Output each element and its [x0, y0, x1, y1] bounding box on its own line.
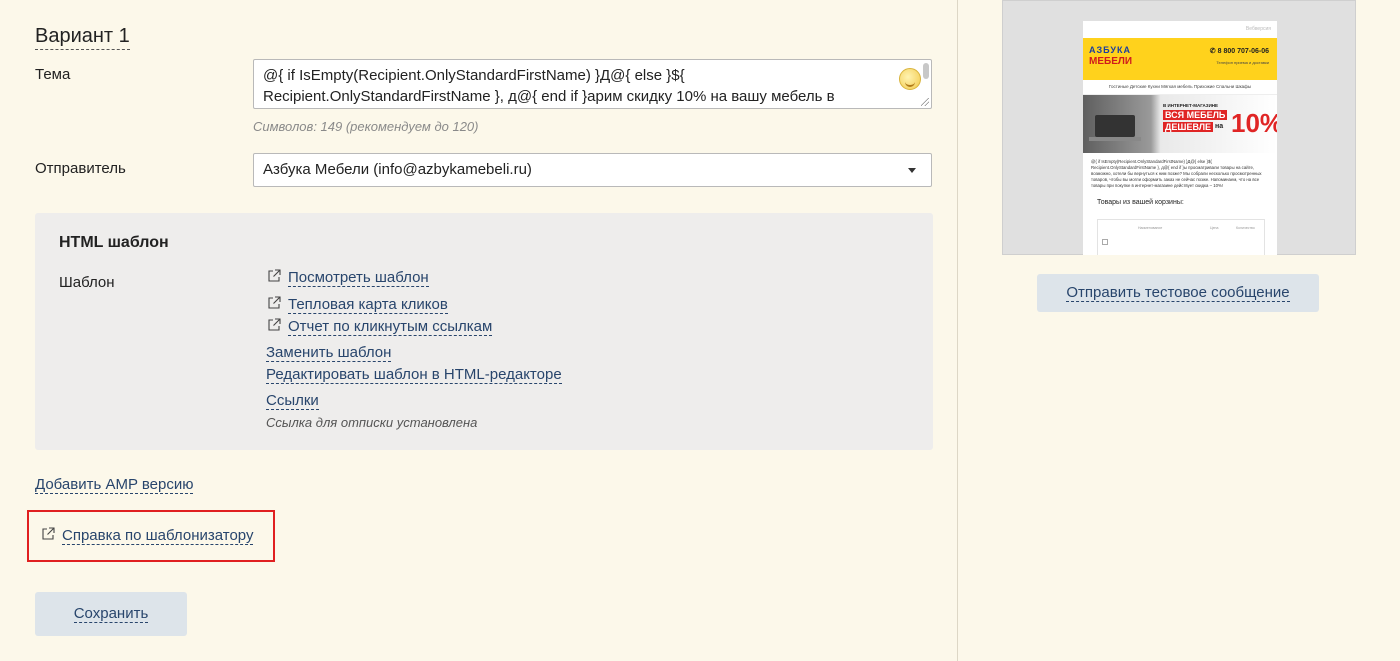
edit-html-editor-link[interactable]: Редактировать шаблон в HTML-редакторе: [266, 366, 562, 384]
save-button[interactable]: Сохранить: [35, 592, 187, 636]
cart-table: Наименование Цена Количество: [1097, 219, 1265, 255]
phone-number: ✆ 8 800 707-06-06: [1209, 48, 1269, 55]
heatmap-link[interactable]: Тепловая карта кликов: [288, 296, 448, 314]
subject-label: Тема: [35, 66, 71, 83]
phone-caption: Телефон приема и доставки: [1216, 60, 1269, 65]
banner-percent: 10%: [1231, 108, 1277, 138]
banner-text: В ИНТЕРНЕТ-МАГАЗИНЕ: [1163, 103, 1219, 108]
external-link-icon: [266, 268, 282, 284]
email-body-text: @{ if IsEmpty(Recipient.OnlyStandardFirs…: [1091, 159, 1262, 188]
email-preview-content: Вебверсия АЗБУКА МЕБЕЛИ ✆ 8 800 707-06-0…: [1083, 21, 1277, 255]
sender-value: Азбука Мебели (info@azbykamebeli.ru): [263, 161, 532, 178]
template-engine-help-link[interactable]: Справка по шаблонизатору: [62, 527, 254, 545]
variant-title[interactable]: Вариант 1: [35, 24, 130, 50]
subject-value: @{ if IsEmpty(Recipient.OnlyStandardFirs…: [263, 67, 835, 105]
resize-handle-icon[interactable]: [921, 98, 929, 106]
links-link[interactable]: Ссылки: [266, 392, 319, 410]
broken-image-icon: [1102, 239, 1108, 245]
html-template-panel: HTML шаблон Шаблон Посмотреть шаблон Теп…: [35, 213, 933, 450]
help-highlight-box: Справка по шаблонизатору: [27, 510, 275, 562]
template-label: Шаблон: [59, 274, 115, 291]
sender-label: Отправитель: [35, 160, 126, 177]
promo-banner: В ИНТЕРНЕТ-МАГАЗИНЕ ВСЯ МЕБЕЛЬ ДЕШЕВЛЕ н…: [1083, 95, 1277, 153]
banner-text: на: [1215, 123, 1224, 130]
view-template-link[interactable]: Посмотреть шаблон: [288, 269, 429, 287]
edit-html-row: Редактировать шаблон в HTML-редакторе: [266, 366, 562, 384]
external-link-icon: [266, 317, 282, 333]
external-link-icon: [40, 526, 56, 542]
brand-logo: АЗБУКА МЕБЕЛИ: [1089, 45, 1133, 67]
preview-column: Вебверсия АЗБУКА МЕБЕЛИ ✆ 8 800 707-06-0…: [958, 0, 1400, 661]
email-header: АЗБУКА МЕБЕЛИ ✆ 8 800 707-06-06 Телефон …: [1083, 38, 1277, 80]
sender-select[interactable]: Азбука Мебели (info@azbykamebeli.ru): [253, 153, 932, 187]
cart-title: Товары из вашей корзины:: [1097, 199, 1184, 206]
replace-template-link[interactable]: Заменить шаблон: [266, 344, 392, 362]
laptop-image: [1089, 115, 1141, 141]
html-template-title: HTML шаблон: [59, 234, 169, 251]
banner-text: ВСЯ МЕБЕЛЬ: [1163, 110, 1228, 120]
view-template-row: Посмотреть шаблон: [266, 268, 429, 287]
save-button-label: Сохранить: [73, 605, 149, 623]
heatmap-row: Тепловая карта кликов: [266, 295, 448, 314]
email-menu: Гостиные Детские Кухни Мягкая мебель При…: [1083, 80, 1277, 95]
emoji-icon[interactable]: [899, 68, 921, 90]
chevron-down-icon[interactable]: [908, 168, 916, 173]
add-amp-link[interactable]: Добавить AMP версию: [35, 476, 194, 494]
subject-scrollbar[interactable]: [923, 63, 929, 79]
add-amp-row: Добавить AMP версию: [35, 476, 194, 494]
links-row: Ссылки: [266, 392, 319, 410]
clicks-report-link[interactable]: Отчет по кликнутым ссылкам: [288, 318, 493, 336]
send-test-button[interactable]: Отправить тестовое сообщение: [1037, 274, 1319, 312]
editor-main: Вариант 1 Тема @{ if IsEmpty(Recipient.O…: [0, 0, 957, 661]
web-version-link: Вебверсия: [1245, 26, 1271, 32]
send-test-label: Отправить тестовое сообщение: [1066, 284, 1290, 302]
cart-col-qty: Количество: [1236, 226, 1255, 230]
unsubscribe-note: Ссылка для отписки установлена: [266, 415, 478, 430]
help-row: Справка по шаблонизатору: [40, 526, 254, 545]
subject-char-count: Символов: 149 (рекомендуем до 120): [253, 119, 479, 134]
cart-col-price: Цена: [1210, 226, 1219, 230]
replace-template-row: Заменить шаблон: [266, 344, 392, 362]
banner-text: ДЕШЕВЛЕ: [1163, 122, 1214, 132]
subject-input[interactable]: @{ if IsEmpty(Recipient.OnlyStandardFirs…: [253, 59, 932, 109]
cart-col-name: Наименование: [1138, 226, 1163, 230]
external-link-icon: [266, 295, 282, 311]
clicks-report-row: Отчет по кликнутым ссылкам: [266, 317, 493, 336]
email-preview[interactable]: Вебверсия АЗБУКА МЕБЕЛИ ✆ 8 800 707-06-0…: [1002, 0, 1356, 255]
